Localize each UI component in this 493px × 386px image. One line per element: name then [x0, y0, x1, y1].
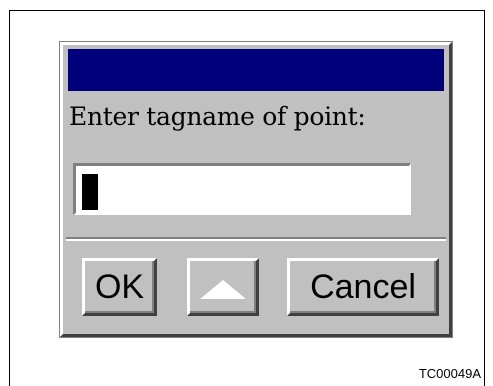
up-arrow-icon	[200, 279, 246, 299]
cancel-button[interactable]: Cancel	[287, 258, 439, 316]
tagname-prompt: Enter tagname of point:	[69, 102, 366, 131]
figure-code: TC00049A	[418, 366, 481, 381]
tagname-input[interactable]	[73, 163, 411, 215]
cancel-button-label: Cancel	[310, 267, 416, 306]
ok-button-label: OK	[94, 267, 145, 306]
up-arrow-button[interactable]	[187, 258, 259, 316]
button-separator	[66, 237, 446, 241]
text-cursor	[82, 174, 98, 210]
tagname-dialog: Enter tagname of point: OK Cancel	[60, 42, 452, 337]
ok-button[interactable]: OK	[82, 258, 157, 316]
dialog-title-bar[interactable]	[68, 49, 444, 91]
